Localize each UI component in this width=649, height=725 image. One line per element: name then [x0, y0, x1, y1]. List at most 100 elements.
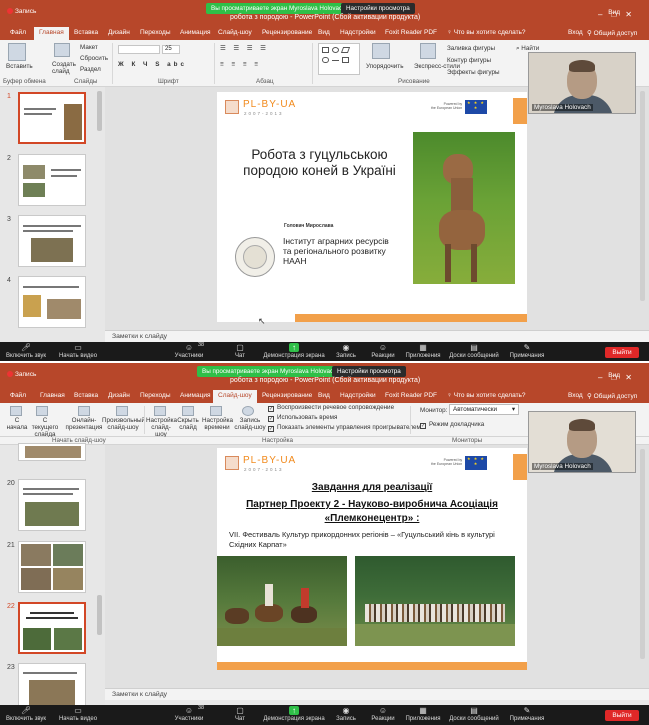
tab-design[interactable]: Дизайн	[108, 29, 130, 36]
share-button[interactable]: ⚲ Общий доступ	[587, 29, 637, 37]
custom-show-icon[interactable]	[116, 406, 128, 416]
start-video-button[interactable]: ▭ Начать видео	[52, 343, 104, 359]
help-search[interactable]: ♀ Что вы хотите сделать?	[447, 392, 526, 399]
apps-button[interactable]: ▦ Приложения	[397, 706, 449, 722]
current-slide[interactable]: PL-BY-UA 2007-2013 Powered by the Europe…	[217, 92, 527, 322]
video-thumbnail[interactable]: Myroslava Holovach	[528, 52, 636, 114]
shape-effects-button[interactable]: Эффекты фигуры	[447, 69, 499, 76]
slide-thumbnail-19[interactable]	[18, 443, 86, 461]
rehearse-timings-button[interactable]: Настройка времени	[202, 417, 233, 431]
new-slide-icon[interactable]	[54, 43, 70, 57]
chat-button[interactable]: ▢ Чат	[214, 343, 266, 359]
tab-design[interactable]: Дизайн	[108, 392, 130, 399]
recording-indicator[interactable]: Запись	[7, 371, 36, 378]
slide-thumbnail-22[interactable]	[18, 602, 86, 654]
thumbnail-scrollbar[interactable]	[97, 595, 102, 635]
editor-scrollbar[interactable]	[640, 91, 645, 301]
tab-file[interactable]: Файл	[10, 29, 26, 36]
mute-button[interactable]: 🎤︎ Включить звук	[0, 706, 52, 722]
paragraph-buttons[interactable]: ☰ ☰ ☰ ☰	[220, 45, 269, 52]
slide-thumbnail-4[interactable]	[18, 276, 86, 328]
share-screen-button[interactable]: ↑ Демонстрация экрана	[262, 706, 326, 722]
tab-view[interactable]: Вид	[318, 29, 330, 36]
view-options-button[interactable]: Настройки просмотра	[341, 3, 415, 14]
font-size-input[interactable]: 25	[162, 45, 180, 54]
slide-thumbnail-21[interactable]	[18, 541, 86, 593]
rectangle-shape-icon[interactable]	[322, 47, 329, 53]
record-show-icon[interactable]	[242, 406, 254, 416]
tab-file[interactable]: Файл	[10, 392, 26, 399]
section-button[interactable]: Раздел	[80, 66, 101, 73]
window-controls[interactable]: –□✕	[598, 10, 641, 19]
rounded-rect-shape-icon[interactable]	[322, 57, 329, 63]
tab-addins[interactable]: Надстройки	[340, 392, 376, 399]
tab-addins[interactable]: Надстройки	[340, 29, 376, 36]
record-show-button[interactable]: Запись слайд-шоу	[234, 417, 266, 431]
view-options-button[interactable]: Настройки просмотра	[332, 366, 406, 377]
current-slide[interactable]: PL-BY-UA 2007-2013 Powered by the Europe…	[217, 448, 527, 670]
login-link[interactable]: Вход	[568, 392, 583, 399]
from-current-icon[interactable]	[36, 406, 48, 416]
tab-slideshow[interactable]: Слайд-шоу	[213, 390, 257, 403]
reset-button[interactable]: Сбросить	[80, 55, 108, 62]
editor-scrollbar[interactable]	[640, 449, 645, 659]
arrange-icon[interactable]	[372, 43, 390, 59]
setup-show-icon[interactable]	[154, 406, 166, 416]
tab-transitions[interactable]: Переходы	[140, 29, 171, 36]
share-screen-button[interactable]: ↑ Демонстрация экрана	[262, 343, 326, 359]
whiteboards-button[interactable]: ▤ Доски сообщений	[444, 706, 504, 722]
notes-button[interactable]: ✎ Примечания	[501, 706, 553, 722]
shape-fill-button[interactable]: Заливка фигуры	[447, 45, 495, 52]
tab-home[interactable]: Главная	[40, 392, 65, 399]
from-current-button[interactable]: С текущего слайда	[30, 417, 60, 438]
presenter-view-checkbox[interactable]: ✓ Режим докладчика	[420, 421, 484, 429]
notes-button[interactable]: ✎ Примечания	[501, 343, 553, 359]
tab-animation[interactable]: Анимация	[180, 392, 211, 399]
mute-button[interactable]: 🎤︎ Включить звук	[0, 343, 52, 359]
tab-slideshow[interactable]: Слайд-шоу	[218, 29, 252, 36]
slide-thumbnail-1[interactable]	[18, 92, 86, 144]
use-timings-checkbox[interactable]: ✓ Использовать время	[268, 414, 337, 422]
tab-insert[interactable]: Вставка	[74, 392, 98, 399]
tab-foxit[interactable]: Foxit Reader PDF	[385, 392, 437, 399]
help-search[interactable]: ♀ Что вы хотите сделать?	[447, 29, 526, 36]
tab-transitions[interactable]: Переходы	[140, 392, 171, 399]
paste-button[interactable]: Вставить	[6, 63, 33, 70]
tab-review[interactable]: Рецензирование	[262, 392, 312, 399]
thumbnail-scrollbar[interactable]	[97, 91, 102, 131]
tab-animation[interactable]: Анимация	[180, 29, 211, 36]
window-controls[interactable]: –□✕	[598, 373, 641, 382]
font-format-buttons[interactable]: Ж К Ч S abc	[118, 61, 187, 68]
hide-slide-icon[interactable]	[182, 406, 194, 416]
align-buttons[interactable]: ≡ ≡ ≡ ≡	[220, 61, 261, 68]
new-slide-button[interactable]: Создать слайд	[52, 61, 76, 75]
participants-button[interactable]: ☺ Участники	[163, 343, 215, 359]
slide-thumbnail-2[interactable]	[18, 154, 86, 206]
tab-home[interactable]: Главная	[34, 27, 69, 40]
tab-foxit[interactable]: Foxit Reader PDF	[385, 29, 437, 36]
custom-show-button[interactable]: Произвольный слайд-шоу	[102, 417, 145, 431]
tab-review[interactable]: Рецензирование	[262, 29, 312, 36]
apps-button[interactable]: ▦ Приложения	[397, 343, 449, 359]
start-video-button[interactable]: ▭ Начать видео	[52, 706, 104, 722]
arrange-button[interactable]: Упорядочить	[366, 63, 403, 70]
font-name-input[interactable]	[118, 45, 160, 54]
quick-styles-icon[interactable]	[420, 43, 436, 59]
slide-thumbnail-3[interactable]	[18, 215, 86, 267]
from-start-icon[interactable]	[10, 406, 22, 416]
slide-notes[interactable]: Заметки к слайду	[105, 330, 649, 342]
rehearse-timings-icon[interactable]	[210, 406, 222, 416]
whiteboards-button[interactable]: ▤ Доски сообщений	[444, 343, 504, 359]
share-button[interactable]: ⚲ Общий доступ	[587, 392, 637, 400]
show-controls-checkbox[interactable]: ✓ Показать элементы управления проигрыват…	[268, 424, 421, 432]
online-presentation-icon[interactable]	[78, 406, 90, 416]
leave-button[interactable]: Выйти	[605, 347, 639, 358]
tab-view[interactable]: Вид	[318, 392, 330, 399]
online-presentation-button[interactable]: Онлайн-презентация	[64, 417, 104, 431]
video-thumbnail[interactable]: Myroslava Holovach	[528, 411, 636, 473]
leave-button[interactable]: Выйти	[605, 710, 639, 721]
play-narration-checkbox[interactable]: ✓ Воспроизвести речевое сопровождение	[268, 404, 394, 412]
chat-button[interactable]: ▢ Чат	[214, 706, 266, 722]
hide-slide-button[interactable]: Скрыть слайд	[176, 417, 200, 431]
line-shape-icon[interactable]	[332, 60, 339, 61]
